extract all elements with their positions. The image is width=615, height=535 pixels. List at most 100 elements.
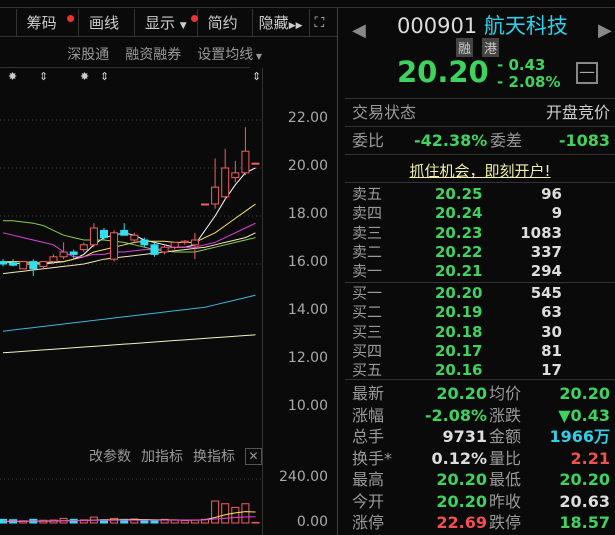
stat-value: 20.20 [436,491,487,511]
trade-status: 开盘竞价 [545,103,610,122]
level-price: 20.23 [435,223,483,242]
stat-value: 1966万 [549,427,610,446]
candle-up [59,251,68,258]
stat-label: 最新 [352,384,385,403]
prev-stock-icon[interactable]: ◀ [352,20,366,41]
level-label: 卖四 [352,204,383,223]
ask-row[interactable]: 卖三 20.23 1083 [352,224,610,243]
switch-indicator-button[interactable]: 换指标 [193,446,235,466]
candle-up [190,239,199,246]
moving-average-line [2,294,256,332]
candle-up [201,203,209,206]
volume-bar [251,521,260,524]
bid-row[interactable]: 买四 20.17 81 [352,342,610,361]
ask-row[interactable]: 卖五 20.25 96 [352,185,610,204]
volume-bar [221,503,230,524]
stock-code: 000901 [397,14,478,38]
level-price: 20.17 [435,341,483,360]
level-price: 20.25 [435,185,483,203]
open-account-link[interactable]: 抓住机会，即刻开户! [345,160,615,181]
level-label: 卖五 [352,185,383,203]
change-params-button[interactable]: 改参数 [89,446,131,466]
stats-row: 涨停 22.69 跌停 18.57 [352,513,610,532]
bid-row[interactable]: 买一 20.20 545 [352,284,610,303]
price-axis-label: 18.00 [287,206,328,222]
volume-bar [150,520,159,524]
order-diff-label: 委差 [490,131,523,150]
moving-average-line [2,232,256,275]
level-label: 买五 [352,361,383,380]
level-volume: 294 [530,262,562,281]
volume-axis-label: 240.00 [279,469,328,485]
hide-label: 隐藏 [258,14,289,32]
moving-average-line [2,334,256,354]
level-volume: 545 [530,284,562,302]
volume-axis-label: 0.00 [296,514,328,530]
stat-value: ▼0.43 [558,405,610,425]
level-price: 20.19 [435,303,483,322]
level-label: 买一 [352,284,383,302]
last-price: 20.20 [397,55,489,89]
candle-up [231,172,240,179]
level-volume: 9 [551,204,562,223]
candle-down [69,251,78,255]
bid-row[interactable]: 买五 20.16 17 [352,361,610,380]
price-change-pct: - 2.08% [497,73,561,91]
level-volume: 1083 [520,223,562,242]
stat-label: 涨跌 [489,405,522,425]
candle-up [49,256,58,263]
stat-value: 18.57 [559,513,610,532]
level-price: 20.21 [435,262,483,281]
stats-row: 最新 20.20 均价 20.20 [352,384,610,403]
price-change: - 0.43 [497,56,546,74]
order-ratio-label: 委比 [352,131,385,150]
divider [345,282,615,283]
price-axis-label: 10.00 [287,398,328,414]
volume-bar [69,518,78,524]
moving-average-line [3,203,256,264]
candle-up [79,244,88,251]
stat-label: 量比 [489,448,522,468]
candle-down [150,244,159,255]
stats-row: 涨幅 -2.08% 涨跌 ▼0.43 [352,406,610,425]
fullscreen-icon[interactable]: ⛶ [310,9,338,36]
price-axis-label: 16.00 [287,254,328,270]
stat-value: 22.69 [436,513,487,532]
level-price: 20.22 [435,242,483,261]
moving-average-line [3,220,256,253]
stat-value: -2.08% [424,405,487,425]
level-volume: 96 [541,185,562,203]
close-icon[interactable]: ✕ [245,447,262,465]
collapse-icon[interactable]: — [576,62,598,84]
candle-down [120,229,129,236]
level-label: 买三 [352,322,383,341]
level-label: 卖二 [352,242,383,261]
stat-label: 昨收 [489,491,522,511]
ask-row[interactable]: 卖二 20.22 337 [352,243,610,262]
pane-divider[interactable] [337,8,338,535]
price-axis-label: 22.00 [287,110,328,126]
candle-up [251,162,260,165]
candle-up [130,234,139,241]
ask-row[interactable]: 卖一 20.21 294 [352,262,610,281]
level-volume: 30 [541,322,562,341]
divider [345,154,615,155]
stats-row: 换手* 0.12% 量比 2.21 [352,449,610,468]
stats-row: 今开 20.20 昨收 20.63 [352,492,610,511]
candle-down [140,239,149,246]
stat-value: 0.12% [431,448,487,468]
candle-up [160,246,169,253]
level-price: 20.24 [435,204,483,223]
stock-name: 航天科技 [483,14,568,38]
stock-title: 000901 航天科技 [397,10,568,40]
double-arrow-right-icon: ▶▶ [288,21,303,31]
stat-label: 今开 [352,491,385,511]
indicator-bar: 改参数 加指标 换指标 ✕ [0,446,262,466]
add-indicator-button[interactable]: 加指标 [141,446,183,466]
stats-row: 总手 9731 金额 1966万 [352,427,610,446]
stat-value: 20.20 [436,384,487,403]
bid-row[interactable]: 买三 20.18 30 [352,323,610,342]
ask-row[interactable]: 卖四 20.24 9 [352,204,610,223]
next-stock-icon[interactable]: ▶ [598,20,612,41]
bid-row[interactable]: 买二 20.19 63 [352,303,610,322]
